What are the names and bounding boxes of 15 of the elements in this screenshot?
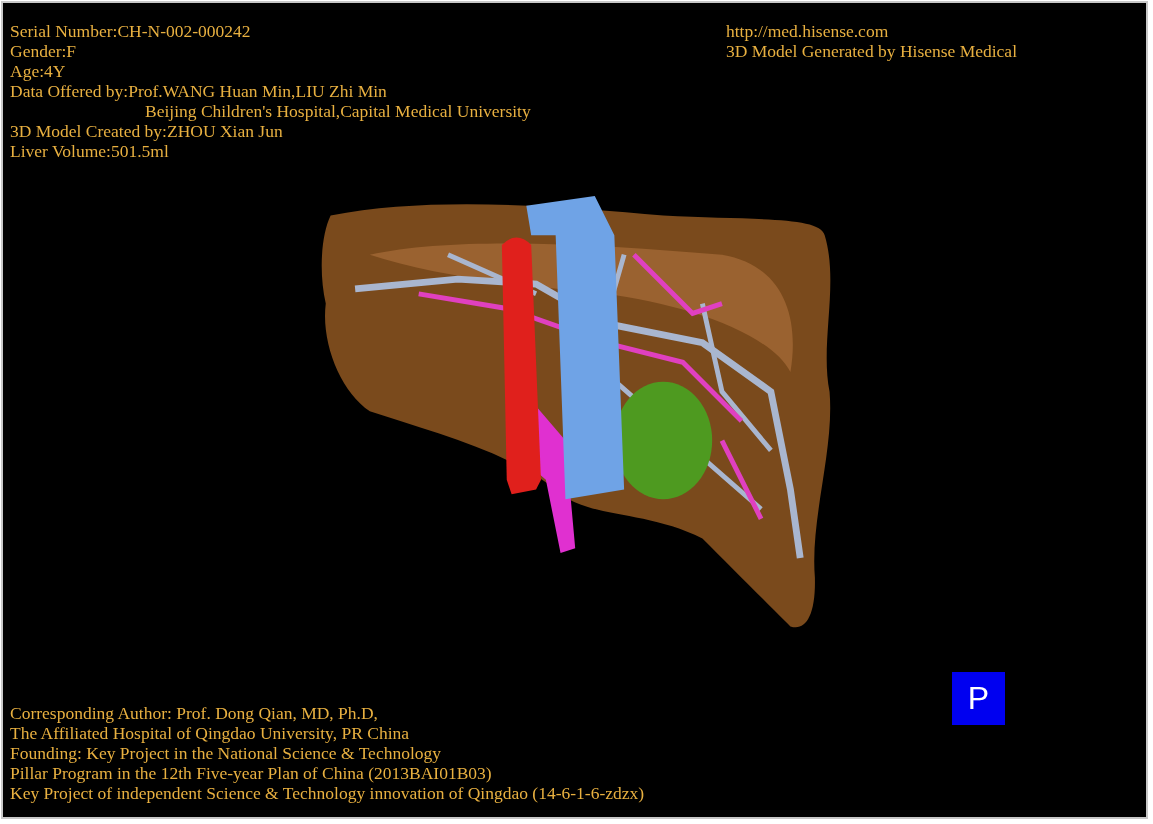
info-text: Beijing Children's Hospital,Capital Medical University — [144, 101, 532, 121]
info-text: Liver Volume:501.5ml — [10, 141, 170, 161]
info-text: Key Project of independent Science & Technology innovation of Qingdao (14-6-1-6-zdzx) — [10, 783, 646, 803]
info-text: 3D Model Created by:ZHOU Xian Jun — [10, 121, 284, 141]
info-text: Age:4Y — [10, 61, 67, 81]
info-text: Gender:F — [10, 41, 78, 61]
info-text: Serial Number:CH-N-002-000242 — [10, 21, 252, 41]
view-orientation-button[interactable]: P — [952, 672, 1005, 725]
info-text: Pillar Program in the 12th Five-year Plan of China (2013BAI01B03) — [10, 763, 493, 783]
info-text: Founding: Key Project in the National Science & Technology — [10, 743, 442, 763]
info-text: Data Offered by:Prof.WANG Huan Min,LIU Zhi Min — [10, 81, 388, 101]
info-text: http://med.hisense.com — [725, 21, 890, 41]
info-text: Corresponding Author: Prof. Dong Qian, MD, Ph.D, — [10, 703, 379, 723]
info-text: The Affiliated Hospital of Qingdao University, PR China — [10, 723, 411, 743]
info-text: 3D Model Generated by Hisense Medical — [725, 41, 1017, 61]
